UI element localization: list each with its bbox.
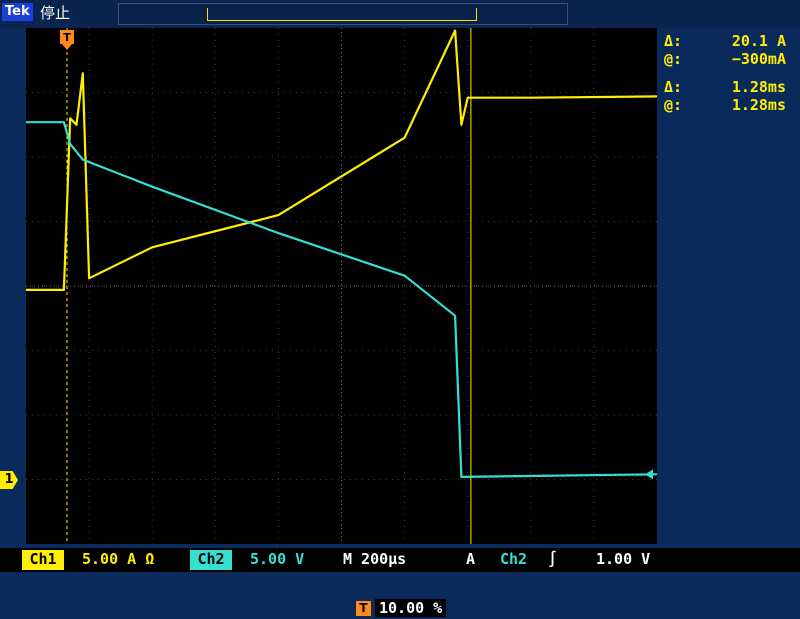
delta-time-row: Δ: 1.28ms [664,78,786,96]
delta-label: Δ: [664,78,683,96]
acquisition-status: 停止 [40,4,71,22]
trigger-level: 1.00 V [596,550,651,568]
brand-logo: Tek [2,3,33,21]
trigger-arrow-icon [62,44,73,50]
at-label: @: [664,50,683,68]
record-view-window [207,8,477,21]
horizontal-position-value: 10.00 % [375,599,447,617]
delta-current-value: 20.1 A [731,32,786,50]
ch2-label[interactable]: Ch2 [190,550,232,570]
trigger-position-icon: T [356,600,371,616]
ch2-scale: 5.00 V [250,550,305,568]
bottom-settings-bar: Ch1 5.00 A Ω Ch2 5.00 V M 200μs A Ch2 ∫ … [0,548,800,572]
ch1-scale: 5.00 A Ω [82,550,155,568]
trigger-source: Ch2 [500,550,528,568]
delta-time-value: 1.28ms [731,78,786,96]
top-status-bar: Tek 停止 [0,0,800,28]
waveform-graticule: T [26,28,657,544]
at-current-value: −300mA [731,50,786,68]
trigger-marker-label: T [63,31,71,44]
ch1-ground-marker[interactable]: 1 [0,471,18,489]
waveform-display: T [26,28,657,544]
cursor-readouts: Δ: 20.1 A @: −300mA Δ: 1.28ms @: 1.28ms [664,32,786,114]
at-time-row: @: 1.28ms [664,96,786,114]
at-time-value: 1.28ms [731,96,786,114]
rising-edge-icon: ∫ [548,550,558,568]
delta-current-row: Δ: 20.1 A [664,32,786,50]
trigger-mode: A [466,550,476,568]
horizontal-position: T 10.00 % [356,598,447,618]
ch1-label[interactable]: Ch1 [22,550,64,570]
at-label: @: [664,96,683,114]
at-current-row: @: −300mA [664,50,786,68]
timebase-readout: M 200μs [343,550,407,568]
delta-label: Δ: [664,32,683,50]
